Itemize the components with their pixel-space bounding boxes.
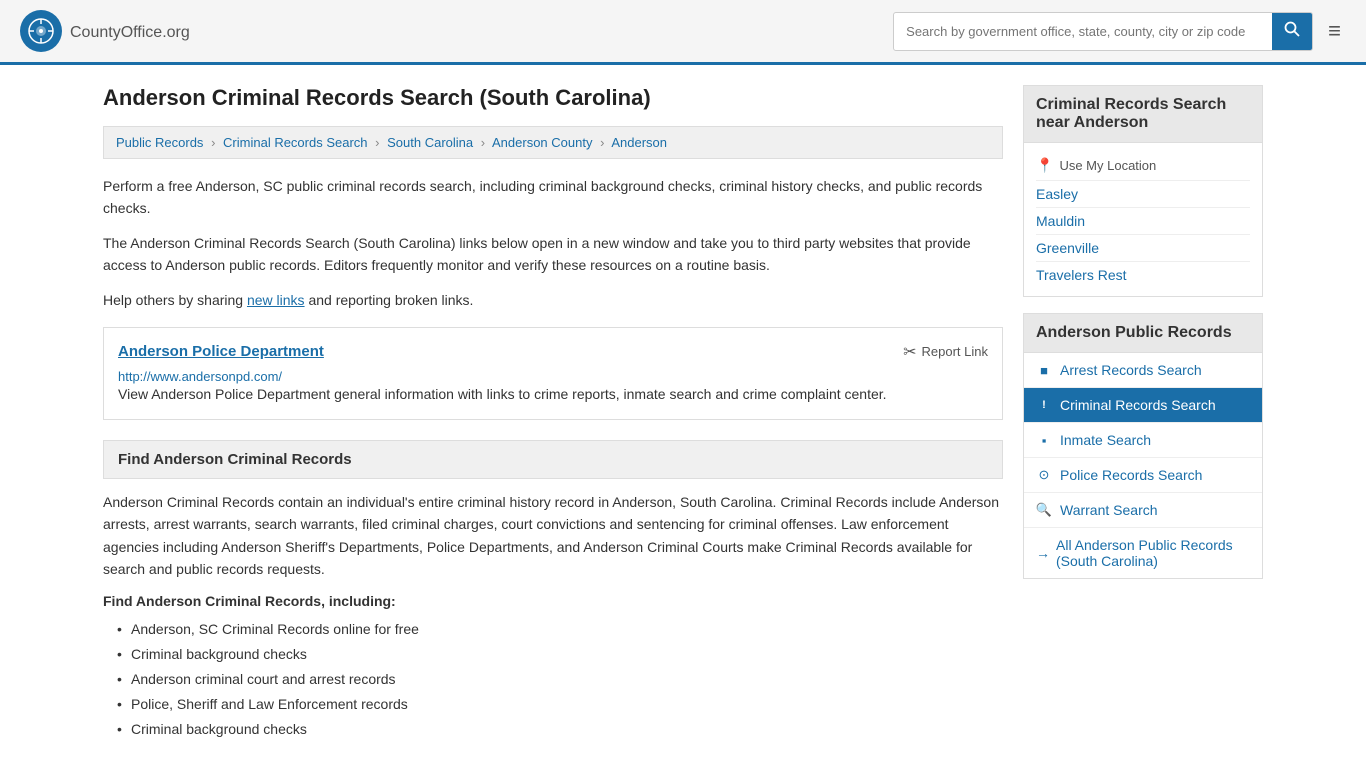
search-button[interactable] <box>1272 13 1312 50</box>
sidebar-record-arrest[interactable]: ■ Arrest Records Search <box>1024 353 1262 388</box>
nearby-link-easley[interactable]: Easley <box>1036 181 1250 208</box>
description-para2: The Anderson Criminal Records Search (So… <box>103 232 1003 277</box>
page-title: Anderson Criminal Records Search (South … <box>103 85 1003 111</box>
nearby-link-greenville[interactable]: Greenville <box>1036 235 1250 262</box>
logo-text: CountyOffice.org <box>70 20 190 43</box>
description-para3: Help others by sharing new links and rep… <box>103 289 1003 311</box>
list-item: Anderson, SC Criminal Records online for… <box>117 617 1003 642</box>
resource-title-link[interactable]: Anderson Police Department <box>118 343 324 360</box>
sidebar-record-inmate[interactable]: ▪ Inmate Search <box>1024 423 1262 458</box>
sidebar-nearby: 📍 Use My Location Easley Mauldin Greenvi… <box>1023 143 1263 297</box>
sidebar-record-criminal[interactable]: ! Criminal Records Search <box>1024 388 1262 423</box>
resource-desc: View Anderson Police Department general … <box>118 384 988 405</box>
header: CountyOffice.org ≡ <box>0 0 1366 65</box>
list-item: Criminal background checks <box>117 642 1003 667</box>
search-input[interactable] <box>894 16 1272 47</box>
breadcrumb-link-county[interactable]: Anderson County <box>492 135 592 150</box>
breadcrumb-link-public-records[interactable]: Public Records <box>116 135 203 150</box>
find-section-title: Find Anderson Criminal Records <box>118 451 988 468</box>
find-section-header: Find Anderson Criminal Records <box>103 440 1003 479</box>
find-list-title: Find Anderson Criminal Records, includin… <box>103 593 1003 609</box>
sidebar-record-police[interactable]: ⊙ Police Records Search <box>1024 458 1262 493</box>
sidebar-all-link[interactable]: → All Anderson Public Records (South Car… <box>1024 528 1262 578</box>
menu-icon[interactable]: ≡ <box>1323 13 1346 49</box>
use-location[interactable]: 📍 Use My Location <box>1036 151 1250 181</box>
sidebar-records-title: Anderson Public Records <box>1023 313 1263 353</box>
sidebar-nearby-title: Criminal Records Search near Anderson <box>1023 85 1263 143</box>
header-right: ≡ <box>893 12 1346 51</box>
description-para1: Perform a free Anderson, SC public crimi… <box>103 175 1003 220</box>
list-item: Police, Sheriff and Law Enforcement reco… <box>117 692 1003 717</box>
list-item: Criminal background checks <box>117 717 1003 742</box>
find-list: Anderson, SC Criminal Records online for… <box>103 617 1003 743</box>
logo-icon <box>20 10 62 52</box>
resource-header: Anderson Police Department ✂ Report Link <box>118 342 988 362</box>
breadcrumb: Public Records › Criminal Records Search… <box>103 126 1003 159</box>
search-bar <box>893 12 1313 51</box>
sidebar-record-warrant[interactable]: 🔍 Warrant Search <box>1024 493 1262 528</box>
arrest-icon: ■ <box>1036 362 1052 378</box>
breadcrumb-link-criminal[interactable]: Criminal Records Search <box>223 135 368 150</box>
arrow-icon: → <box>1036 545 1050 561</box>
warrant-icon: 🔍 <box>1036 502 1052 518</box>
breadcrumb-link-anderson[interactable]: Anderson <box>611 135 667 150</box>
location-icon: 📍 <box>1036 157 1053 174</box>
criminal-icon: ! <box>1036 397 1052 413</box>
breadcrumb-link-sc[interactable]: South Carolina <box>387 135 473 150</box>
logo-area: CountyOffice.org <box>20 10 190 52</box>
content-area: Anderson Criminal Records Search (South … <box>103 85 1003 742</box>
list-item: Anderson criminal court and arrest recor… <box>117 667 1003 692</box>
inmate-icon: ▪ <box>1036 432 1052 448</box>
resource-card: Anderson Police Department ✂ Report Link… <box>103 327 1003 420</box>
main-container: Anderson Criminal Records Search (South … <box>83 65 1283 762</box>
sidebar: Criminal Records Search near Anderson 📍 … <box>1023 85 1263 742</box>
nearby-link-mauldin[interactable]: Mauldin <box>1036 208 1250 235</box>
resource-url[interactable]: http://www.andersonpd.com/ <box>118 369 282 384</box>
report-link[interactable]: ✂ Report Link <box>903 342 988 362</box>
find-section-body: Anderson Criminal Records contain an ind… <box>103 491 1003 581</box>
nearby-link-travelers-rest[interactable]: Travelers Rest <box>1036 262 1250 288</box>
new-links-link[interactable]: new links <box>247 292 305 308</box>
sidebar-records: ■ Arrest Records Search ! Criminal Recor… <box>1023 353 1263 579</box>
police-icon: ⊙ <box>1036 467 1052 483</box>
